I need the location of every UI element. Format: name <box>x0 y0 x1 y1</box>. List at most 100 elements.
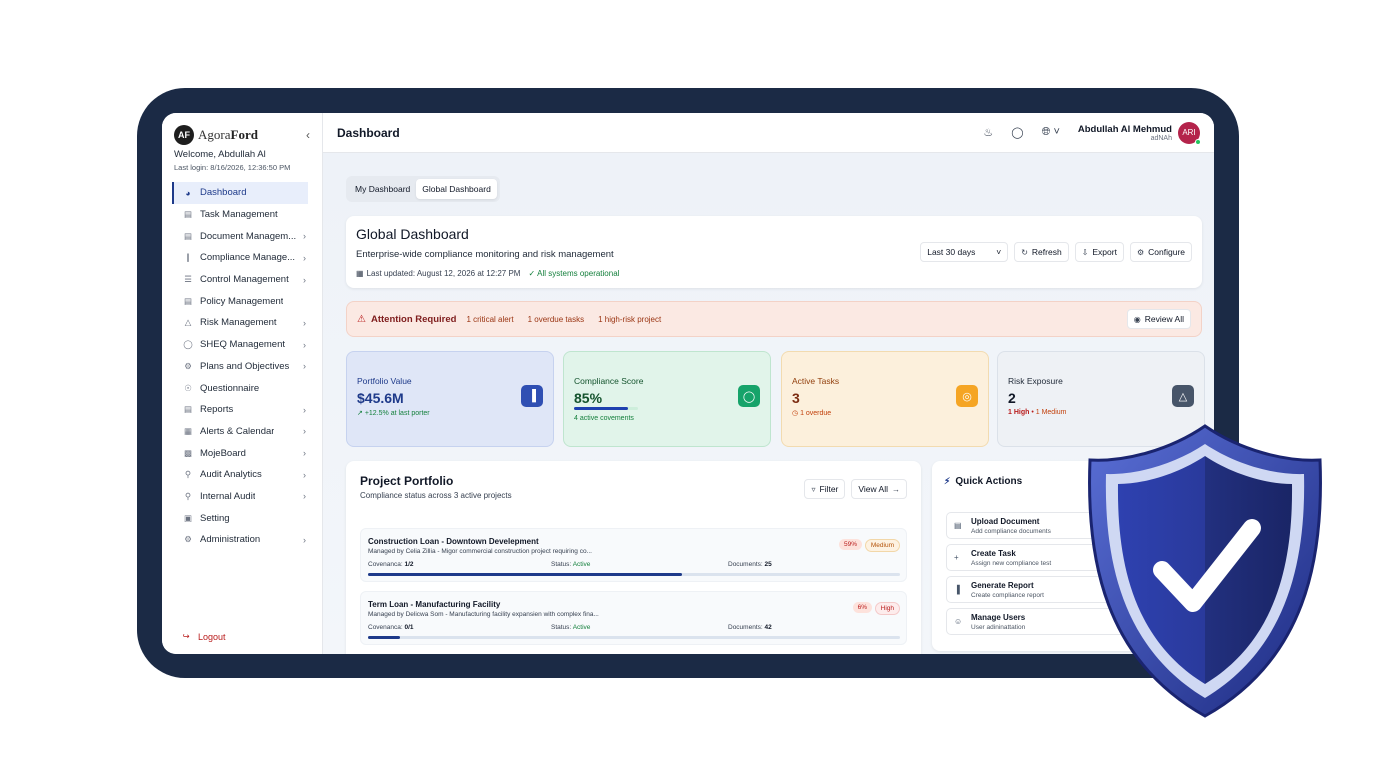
logout-button[interactable]: ↪ Logout <box>180 631 226 642</box>
sidebar-item-label: Alerts & Calendar <box>200 425 275 437</box>
review-all-button[interactable]: ◉ Review All <box>1126 309 1191 329</box>
sidebar-item-label: SHEQ Management <box>200 339 286 351</box>
status-label: Status: <box>551 624 572 631</box>
arrow-right-icon: → <box>892 484 900 494</box>
tab-my-dashboard[interactable]: My Dashboard <box>349 179 416 199</box>
project-row[interactable]: Term Loan - Manufacturing Facility Manag… <box>360 591 907 645</box>
sidebar-item-internal-audit[interactable]: ⚲ Internal Audit › <box>172 486 308 508</box>
project-description: Managed by Celia Zillia - Migor commerci… <box>368 548 592 555</box>
sidebar-item-dashboard[interactable]: ◕ Dashboard <box>172 182 308 204</box>
app-screen: AF AgoraFord ‹ Welcome, Abdullah Al Last… <box>162 113 1214 654</box>
stat-sub-text: +12.5% at last porter <box>364 410 430 417</box>
gear-icon: ⚙ <box>1136 247 1145 257</box>
sidebar-item-label: Plans and Objectives <box>200 360 290 372</box>
sidebar-item-plans-objectives[interactable]: ⚙ Plans and Objectives › <box>172 356 308 378</box>
sidebar-item-audit-analytics[interactable]: ⚲ Audit Analytics › <box>172 464 308 486</box>
stat-label: Risk Exposure <box>1008 376 1063 386</box>
sidebar-item-label: Task Management <box>200 209 278 221</box>
refresh-icon: ↻ <box>1021 247 1028 257</box>
chevron-right-icon: › <box>303 361 306 372</box>
stat-sub: 4 active covements <box>574 415 634 422</box>
chat-icon[interactable]: ◯ <box>1011 126 1023 139</box>
sidebar-item-setting[interactable]: ▣ Setting <box>172 507 308 529</box>
sidebar-item-mojeboard[interactable]: ▩ MojeBoard › <box>172 442 308 464</box>
stat-sub: ↗ +12.5% at last porter <box>357 409 430 417</box>
tab-global-dashboard[interactable]: Global Dashboard <box>416 179 497 199</box>
project-documents: Documents: 42 <box>728 624 772 631</box>
covenants-label: Covenanca: <box>368 561 403 568</box>
stat-card-tasks[interactable]: Active Tasks 3 ◷ 1 overdue ◎ <box>781 351 989 447</box>
stat-card-portfolio[interactable]: Portfolio Value $45.6M ↗ +12.5% at last … <box>346 351 554 447</box>
globe-icon[interactable]: 🌐︎ ˅ <box>1042 126 1060 139</box>
portfolio-title: Project Portfolio <box>360 474 454 488</box>
chevron-right-icon: › <box>303 231 306 242</box>
project-description: Managed by Delicwa Som - Manufacturing f… <box>368 611 599 618</box>
section-title: Global Dashboard <box>356 226 469 242</box>
sidebar-item-sheq-management[interactable]: ◯ SHEQ Management › <box>172 334 308 356</box>
project-progress <box>368 636 900 639</box>
welcome-text: Welcome, Abdullah Al <box>174 149 266 160</box>
avatar[interactable]: ARI <box>1178 121 1201 145</box>
project-covenants: Covenanca: 1/2 <box>368 561 414 568</box>
status-value: Active <box>572 561 591 568</box>
brand-suffix: Ford <box>230 126 258 142</box>
brand-name: AgoraFord <box>198 127 258 143</box>
lightning-icon: ⚡︎ <box>944 476 951 486</box>
project-row[interactable]: Construction Loan - Downtown Develepment… <box>360 528 907 582</box>
calendar-icon: ▦ <box>356 269 364 278</box>
attention-banner: ⚠ Attention Required 1 critical alert 1 … <box>346 301 1202 337</box>
sidebar-item-label: Dashboard <box>200 187 247 199</box>
user-info[interactable]: Abdullah Al Mehmud adNAh <box>1078 124 1172 142</box>
sidebar-item-document-management[interactable]: ▤ Document Managem... › <box>172 225 308 247</box>
layers-icon: ☰ <box>184 274 192 285</box>
project-progress-fill <box>368 636 400 639</box>
project-name: Construction Loan - Downtown Develepment <box>368 537 539 546</box>
sidebar-item-compliance-management[interactable]: ∥ Compliance Manage... › <box>172 247 308 269</box>
sidebar-item-policy-management[interactable]: ▤ Policy Management <box>172 290 308 312</box>
export-button[interactable]: ⇩ Export <box>1074 242 1124 262</box>
sidebar-item-administration[interactable]: ⚙ Administration › <box>172 529 308 551</box>
quick-action-desc: Add compliance documents <box>971 528 1051 535</box>
sidebar-item-questionnaire[interactable]: ☉ Questionnaire <box>172 377 308 399</box>
online-status-dot <box>1195 138 1201 145</box>
stat-sub: 1 High • 1 Medium <box>1008 409 1066 416</box>
project-progress-fill <box>368 573 682 576</box>
brand-logo: AF <box>174 124 194 145</box>
project-status: Status: Active <box>551 624 590 631</box>
sidebar-nav: ◕ Dashboard ▤ Task Management ▤ Document Ma… <box>162 182 322 551</box>
filter-button[interactable]: ▿ Filter <box>804 479 846 499</box>
search-icon: ⚲ <box>184 490 192 501</box>
users-icon: ☺ <box>954 617 963 626</box>
sidebar-item-control-management[interactable]: ☰ Control Management › <box>172 269 308 291</box>
sidebar-item-risk-management[interactable]: △ Risk Management › <box>172 312 308 334</box>
alert-title: Attention Required <box>370 313 457 325</box>
sidebar-item-alerts-calendar[interactable]: ▦ Alerts & Calendar › <box>172 421 308 443</box>
quick-action-name: Generate Report <box>971 581 1034 590</box>
chart-icon: ▐ <box>954 585 960 594</box>
topbar-actions: ♨ ◯ 🌐︎ ˅ Abdullah Al Mehmud adNAh ARI <box>965 121 1201 145</box>
date-range-select[interactable]: Last 30 days ˅ <box>920 242 1009 262</box>
stat-card-compliance[interactable]: Compliance Score 85% 4 active covements … <box>563 351 771 447</box>
document-icon: ▤ <box>183 230 193 241</box>
date-range-value: Last 30 days <box>927 247 976 257</box>
documents-label: Documents: <box>728 561 763 568</box>
bar-chart-icon: ▐ <box>521 385 543 407</box>
view-all-button[interactable]: View All → <box>851 479 907 499</box>
sidebar-item-reports[interactable]: ▤ Reports › <box>172 399 308 421</box>
stat-label: Compliance Score <box>574 376 644 386</box>
chevron-down-icon: ˅ <box>996 247 1002 257</box>
compliance-icon: ∥ <box>185 252 191 263</box>
configure-button[interactable]: ⚙ Configure <box>1129 242 1192 262</box>
logout-label: Logout <box>198 631 226 642</box>
sidebar-item-label: Reports <box>200 404 234 416</box>
refresh-button[interactable]: ↻ Refresh <box>1014 242 1069 262</box>
sidebar-item-task-management[interactable]: ▤ Task Management <box>172 204 308 226</box>
collapse-sidebar-icon[interactable]: ‹ <box>306 128 310 142</box>
alert-item: 1 overdue tasks <box>527 314 585 324</box>
refresh-label: Refresh <box>1031 247 1062 257</box>
sidebar-item-label: Policy Management <box>200 295 284 307</box>
sidebar-item-label: Setting <box>200 512 230 524</box>
documents-value: 25 <box>764 561 772 568</box>
bell-icon[interactable]: ♨ <box>983 126 993 139</box>
project-percent-badge: 59% <box>838 539 862 550</box>
